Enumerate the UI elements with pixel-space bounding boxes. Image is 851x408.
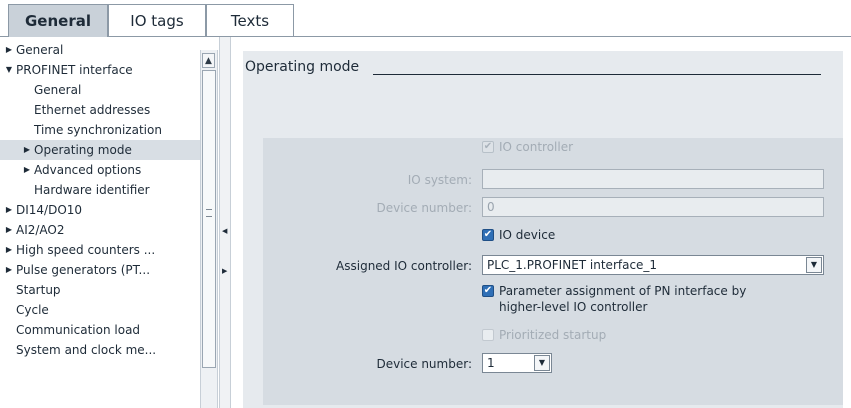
io-device-checkbox[interactable]: ✔ IO device: [482, 227, 555, 243]
expand-arrow-icon[interactable]: ▶: [4, 40, 14, 60]
tree-item-ai2-ao2[interactable]: ▶ AI2/AO2: [4, 220, 65, 240]
collapse-arrow-icon[interactable]: ▼: [4, 60, 14, 80]
expand-arrow-icon[interactable]: ▶: [4, 240, 14, 260]
tree-item-time-synchronization[interactable]: Time synchronization: [34, 120, 162, 140]
device-number-disabled-field[interactable]: 0: [482, 197, 824, 217]
tree-item-hardware-identifier[interactable]: Hardware identifier: [34, 180, 150, 200]
parameter-assignment-checkbox[interactable]: ✔ Parameter assignment of PN interface b…: [482, 283, 746, 315]
device-number-label: Device number:: [376, 357, 472, 371]
tab-texts[interactable]: Texts: [206, 4, 294, 36]
checkmark-icon: ✔: [483, 141, 493, 152]
tree-item-high-speed-counters[interactable]: ▶ High speed counters ...: [4, 240, 155, 260]
tree-item-system-and-clock-memory[interactable]: System and clock me...: [16, 340, 156, 360]
tree-item-cycle[interactable]: Cycle: [16, 300, 49, 320]
checkbox-box: ✔: [482, 229, 494, 241]
tree-item-pulse-generators[interactable]: ▶ Pulse generators (PT...: [4, 260, 150, 280]
tab-general[interactable]: General: [8, 4, 108, 37]
tree-item-label: DI14/DO10: [16, 203, 83, 217]
tree-scrollbar[interactable]: ▲: [200, 50, 218, 408]
tree-item-label: Communication load: [16, 323, 141, 337]
collapse-right-icon[interactable]: ▶: [222, 267, 227, 275]
checkbox-box: ✔: [482, 285, 494, 297]
tree-item-general[interactable]: ▶ General: [4, 40, 63, 60]
expand-arrow-icon[interactable]: ▶: [22, 160, 32, 180]
scroll-up-button[interactable]: ▲: [202, 53, 215, 68]
device-number-value: 1: [487, 356, 495, 370]
prioritized-startup-label: Prioritized startup: [499, 328, 607, 342]
parameter-assignment-label-line2: higher-level IO controller: [499, 300, 648, 314]
section-title: Operating mode: [245, 59, 368, 75]
checkbox-box: [482, 329, 494, 341]
io-system-label: IO system:: [407, 173, 472, 187]
tree-item-profinet-interface[interactable]: ▼ PROFINET interface: [4, 60, 133, 80]
tree-item-label: System and clock me...: [16, 343, 157, 357]
tree-item-label: Pulse generators (PT...: [16, 263, 151, 277]
tree-item-label: Advanced options: [34, 163, 142, 177]
navigation-tree: ▶ General ▼ PROFINET interface General Eth…: [0, 37, 200, 408]
device-number-disabled-label: Device number:: [376, 201, 472, 215]
tree-item-advanced-options[interactable]: ▶ Advanced options: [22, 160, 141, 180]
tree-item-startup[interactable]: Startup: [16, 280, 61, 300]
tree-item-label: Cycle: [16, 303, 49, 317]
io-controller-checkbox[interactable]: ✔ IO controller: [482, 139, 573, 155]
tree-item-profinet-general[interactable]: General: [34, 80, 81, 100]
tree-item-label: Time synchronization: [34, 123, 162, 137]
dropdown-arrow-icon[interactable]: ▼: [806, 257, 822, 273]
collapse-left-icon[interactable]: ◀: [222, 227, 227, 235]
io-device-label: IO device: [499, 228, 556, 242]
prioritized-startup-checkbox[interactable]: Prioritized startup: [482, 327, 606, 343]
tree-item-label: Hardware identifier: [34, 183, 150, 197]
scrollbar-thumb[interactable]: [202, 70, 216, 368]
tree-item-label: General: [16, 43, 64, 57]
dropdown-arrow-icon[interactable]: ▼: [534, 355, 550, 371]
tree-item-label: High speed counters ...: [16, 243, 156, 257]
parameter-assignment-label-line1: Parameter assignment of PN interface by: [499, 284, 747, 298]
checkbox-box: ✔: [482, 141, 494, 153]
tree-item-communication-load[interactable]: Communication load: [16, 320, 140, 340]
assigned-io-controller-value: PLC_1.PROFINET interface_1: [487, 258, 658, 272]
assigned-io-controller-label: Assigned IO controller:: [336, 259, 472, 273]
assigned-io-controller-dropdown[interactable]: PLC_1.PROFINET interface_1 ▼: [482, 255, 824, 275]
device-number-dropdown[interactable]: 1 ▼: [482, 353, 552, 373]
tree-item-label: Operating mode: [34, 143, 132, 157]
expand-arrow-icon[interactable]: ▶: [4, 220, 14, 240]
tab-io-tags[interactable]: IO tags: [108, 4, 206, 36]
tree-item-label: Ethernet addresses: [34, 103, 151, 117]
tree-item-ethernet-addresses[interactable]: Ethernet addresses: [34, 100, 150, 120]
tree-item-operating-mode[interactable]: ▶ Operating mode: [0, 140, 200, 160]
expand-arrow-icon[interactable]: ▶: [22, 140, 32, 160]
panel-splitter[interactable]: ◀ ▶: [219, 37, 231, 408]
tree-item-label: AI2/AO2: [16, 223, 65, 237]
expand-arrow-icon[interactable]: ▶: [4, 200, 14, 220]
tree-item-label: PROFINET interface: [16, 63, 133, 77]
tab-bar: General IO tags Texts: [0, 0, 851, 37]
expand-arrow-icon[interactable]: ▶: [4, 260, 14, 280]
tree-item-label: General: [34, 83, 82, 97]
tree-item-di14-do10[interactable]: ▶ DI14/DO10: [4, 200, 82, 220]
grip-icon: [206, 209, 212, 217]
properties-content: Operating mode ✔ IO controller IO system…: [233, 37, 851, 408]
tree-item-label: Startup: [16, 283, 61, 297]
checkmark-icon: ✔: [483, 229, 493, 240]
io-controller-label: IO controller: [499, 140, 574, 154]
section-divider: [373, 74, 821, 75]
io-system-field[interactable]: [482, 169, 824, 189]
checkmark-icon: ✔: [483, 285, 493, 296]
